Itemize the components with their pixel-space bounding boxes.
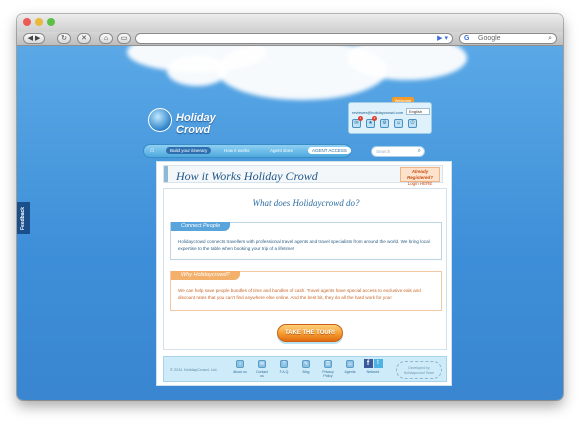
footer-link-label: Contact us xyxy=(255,370,269,378)
title-accent xyxy=(164,166,168,182)
site-footer: © 2011 HolidayCrowd. Ltd. i About us ✉ Con… xyxy=(163,356,447,382)
home-button[interactable]: ⌂ xyxy=(99,33,113,44)
site-logo[interactable]: Holiday Crowd xyxy=(148,106,244,136)
take-the-tour-button[interactable]: TAKE THE TOUR! xyxy=(277,324,343,342)
why-box: Why Holidaycrowd? We can help save peopl… xyxy=(170,271,442,311)
footer-link-contact[interactable]: ✉ Contact us xyxy=(254,360,270,378)
main-panel: How it Works Holiday Crowd Already Regis… xyxy=(156,161,452,386)
registered-text: Already Registered? xyxy=(406,169,433,180)
notification-badge: 1 xyxy=(358,116,363,121)
login-link[interactable]: Login HERE xyxy=(408,181,433,186)
blog-icon: ✎ xyxy=(302,360,310,368)
connect-people-box: Connect People Holidaycrowd connects tra… xyxy=(170,222,442,260)
page-title-bar: How it Works Holiday Crowd Already Regis… xyxy=(163,165,443,186)
logout-icon[interactable]: ⏻ xyxy=(408,119,417,128)
zoom-window-button[interactable] xyxy=(47,18,55,26)
footer-link-blog[interactable]: ✎ Blog xyxy=(298,360,314,378)
why-label: Why Holidaycrowd? xyxy=(171,271,240,280)
twitter-icon[interactable]: t xyxy=(373,359,383,368)
nav-agent-store[interactable]: Agent store xyxy=(270,148,293,153)
site-search-input[interactable]: Search ⌕ xyxy=(371,146,425,157)
mail-icon: ✉ xyxy=(258,360,266,368)
globe-icon xyxy=(148,108,172,132)
window-controls xyxy=(23,18,55,26)
magnifier-icon[interactable]: ⌕ xyxy=(418,147,421,156)
footer-link-label: F.A.Q xyxy=(279,370,289,374)
footer-link-label: Agents xyxy=(344,370,356,374)
login-prompt[interactable]: Already Registered? Login HERE xyxy=(400,167,440,186)
developer-stamp: Developed by Holidaycrowd Team xyxy=(396,361,442,379)
connect-people-text: Holidaycrowd connects travellers with pr… xyxy=(178,239,430,251)
site-search-placeholder: Search xyxy=(376,149,391,154)
main-nav: ⌂ Build your itinerary How it works Agen… xyxy=(143,144,351,158)
browser-toolbar: ◀ ▶ ↻ ✕ ⌂ ▭ ▶ ▾ G Google ⌕ xyxy=(17,32,563,46)
home-icon[interactable]: ⌂ xyxy=(150,147,154,154)
minimize-window-button[interactable] xyxy=(35,18,43,26)
copyright-text: © 2011 HolidayCrowd. Ltd. xyxy=(170,367,218,372)
search-icon: ⌕ xyxy=(548,35,552,42)
why-text: We can help save people bundles of time … xyxy=(178,288,421,300)
footer-links: i About us ✉ Contact us ? F.A.Q ✎ Blog ⚿ Priv… xyxy=(232,360,358,378)
site-page: Holiday Crowd Welcome reviewer@holidaycr… xyxy=(135,76,452,396)
title-bar xyxy=(17,14,563,32)
browser-window: ◀ ▶ ↻ ✕ ⌂ ▭ ▶ ▾ G Google ⌕ Feedback Holi… xyxy=(17,14,563,400)
back-forward-button[interactable]: ◀ ▶ xyxy=(23,33,45,44)
user-icons: ✉ 1 ★ 3 ⚙ ☺ ⏻ xyxy=(352,116,417,128)
content-heading: What does Holidaycrowd do? xyxy=(252,198,360,208)
go-arrow-icon[interactable]: ▶ ▾ xyxy=(437,34,448,44)
address-bar[interactable]: ▶ ▾ xyxy=(135,33,453,44)
browser-search-field[interactable]: G Google ⌕ xyxy=(459,33,557,44)
privacy-icon: ⚿ xyxy=(324,360,332,368)
page-viewport: Feedback Holiday Crowd Welcome reviewer@… xyxy=(17,46,563,400)
user-panel: reviewer@holidaycrowd.com English ✉ 1 ★ 3 … xyxy=(348,102,432,134)
footer-link-label: About us xyxy=(233,370,247,374)
close-window-button[interactable] xyxy=(23,18,31,26)
footer-link-about[interactable]: i About us xyxy=(232,360,248,378)
bookmarks-button[interactable]: ▭ xyxy=(117,33,131,44)
notification-badge: 3 xyxy=(372,116,377,121)
nav-build-itinerary[interactable]: Build your itinerary xyxy=(166,147,212,154)
language-select[interactable]: English xyxy=(406,108,430,115)
social-label: Network xyxy=(366,370,380,374)
social-links: f t Network xyxy=(362,359,384,374)
faq-icon: ? xyxy=(280,360,288,368)
footer-link-label: Privacy Policy xyxy=(322,370,334,378)
stop-button[interactable]: ✕ xyxy=(77,33,91,44)
friends-icon[interactable]: ☺ xyxy=(394,119,403,128)
footer-link-agents[interactable]: ☺ Agents xyxy=(342,360,358,378)
reload-button[interactable]: ↻ xyxy=(57,33,71,44)
messages-icon[interactable]: ✉ 1 xyxy=(352,116,363,128)
footer-link-faq[interactable]: ? F.A.Q xyxy=(276,360,292,378)
settings-icon[interactable]: ⚙ xyxy=(380,119,389,128)
footer-link-privacy[interactable]: ⚿ Privacy Policy xyxy=(320,360,336,378)
user-email[interactable]: reviewer@holidaycrowd.com xyxy=(352,110,403,115)
footer-link-label: Blog xyxy=(302,370,310,374)
nav-how-it-works[interactable]: How it works xyxy=(224,148,250,153)
feedback-tab[interactable]: Feedback xyxy=(17,202,30,234)
agents-icon: ☺ xyxy=(346,360,354,368)
alerts-icon[interactable]: ★ 3 xyxy=(366,116,377,128)
logo-text: Holiday Crowd xyxy=(176,112,216,136)
content-area: What does Holidaycrowd do? Connect Peopl… xyxy=(163,188,447,350)
page-title: How it Works Holiday Crowd xyxy=(176,169,318,183)
nav-agent-access[interactable]: AGENT ACCESS xyxy=(308,147,351,154)
connect-people-label: Connect People xyxy=(171,222,231,231)
about-icon: i xyxy=(236,360,244,368)
stamp-line2: Holidaycrowd Team xyxy=(403,371,435,375)
browser-search-placeholder: Google xyxy=(478,35,501,42)
facebook-icon[interactable]: f xyxy=(363,359,373,368)
google-icon: G xyxy=(464,35,470,42)
